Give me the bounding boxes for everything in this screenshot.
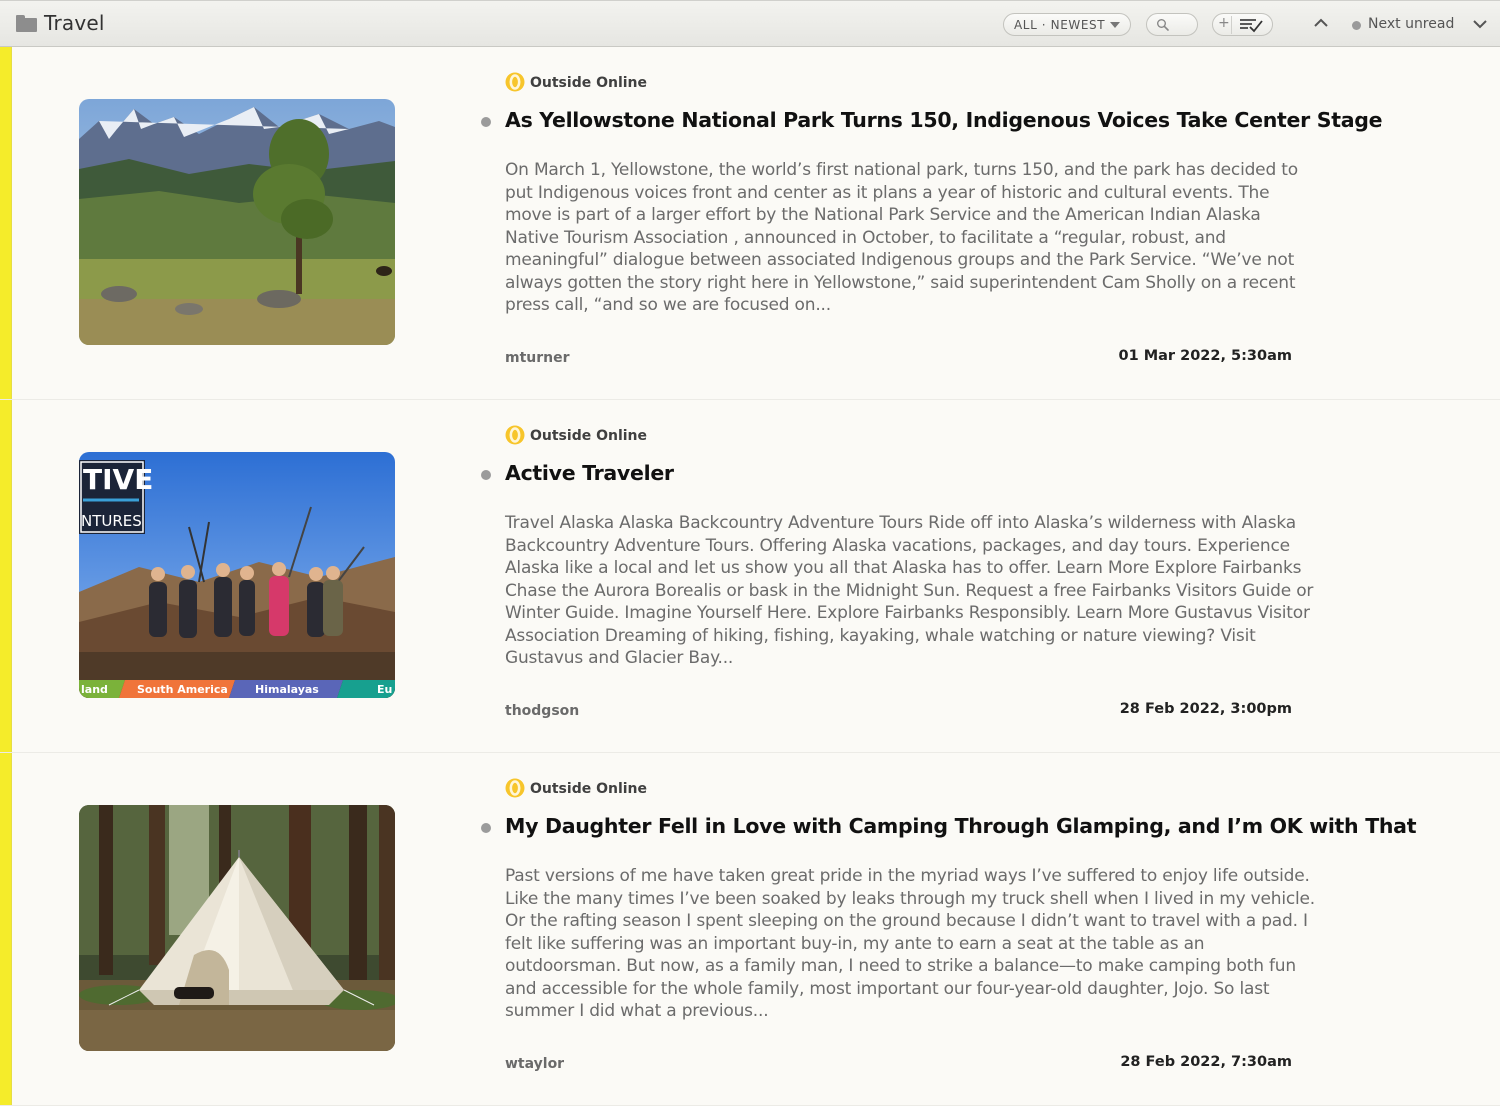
feed-title: Travel xyxy=(44,11,105,35)
outside-online-favicon-icon xyxy=(505,425,525,445)
outside-online-favicon-icon xyxy=(505,778,525,798)
unread-dot-icon xyxy=(1352,21,1361,30)
band-label-3: Himalayas xyxy=(255,683,319,696)
mountain-meadow-image xyxy=(79,99,395,345)
next-story-chevron-down-icon[interactable] xyxy=(1470,17,1490,31)
bell-tent-forest-image xyxy=(79,805,395,1051)
caret-down-icon xyxy=(1110,22,1120,28)
story-date: 01 Mar 2022, 5:30am xyxy=(1118,348,1292,364)
hikers-group-image: TIVE NTURES land South America Himalayas… xyxy=(79,452,395,698)
story-excerpt: Travel Alaska Alaska Backcountry Adventu… xyxy=(505,513,1314,668)
story-item[interactable]: TIVE NTURES land South America Himalayas… xyxy=(0,400,1500,753)
story-title[interactable]: As Yellowstone National Park Turns 150, … xyxy=(505,108,1383,132)
mark-all-read-icon xyxy=(1240,19,1263,33)
folder-icon xyxy=(16,15,37,32)
logo-text-top: TIVE xyxy=(83,463,153,496)
unread-dot-icon[interactable] xyxy=(481,470,491,480)
story-thumbnail[interactable] xyxy=(79,805,395,1051)
story-excerpt: On March 1, Yellowstone, the world’s fir… xyxy=(505,160,1298,315)
story-author: wtaylor xyxy=(505,1056,565,1072)
story-date: 28 Feb 2022, 7:30am xyxy=(1120,1054,1292,1070)
source-name: Outside Online xyxy=(530,428,648,444)
source-name: Outside Online xyxy=(530,781,648,797)
search-button[interactable] xyxy=(1146,13,1198,36)
story-title[interactable]: Active Traveler xyxy=(505,461,1365,485)
band-label-2: South America xyxy=(137,683,228,696)
unread-indicator-bar xyxy=(0,400,12,752)
story-author: thodgson xyxy=(505,703,580,719)
unread-dot-icon[interactable] xyxy=(481,823,491,833)
band-label-1: land xyxy=(81,683,108,696)
story-title[interactable]: My Daughter Fell in Love with Camping Th… xyxy=(505,814,1417,838)
story-thumbnail[interactable] xyxy=(79,99,395,345)
unread-indicator-bar xyxy=(0,753,12,1105)
story-excerpt: Past versions of me have taken great pri… xyxy=(505,866,1315,1021)
story-date: 28 Feb 2022, 3:00pm xyxy=(1119,701,1292,717)
view-filter-dropdown[interactable]: ALL · NEWEST xyxy=(1003,13,1131,36)
next-unread-label: Next unread xyxy=(1368,16,1455,32)
unread-dot-icon[interactable] xyxy=(481,117,491,127)
story-item[interactable]: Outside Online As Yellowstone National P… xyxy=(0,47,1500,400)
story-thumbnail[interactable]: TIVE NTURES land South America Himalayas… xyxy=(79,452,395,698)
feed-header-bar: Travel ALL · NEWEST + Next unread xyxy=(0,0,1500,47)
mark-read-button[interactable]: + xyxy=(1212,13,1273,36)
search-icon xyxy=(1157,19,1169,31)
view-filter-label: ALL · NEWEST xyxy=(1014,18,1106,32)
band-label-4: Eu xyxy=(377,683,392,696)
story-item[interactable]: Outside Online My Daughter Fell in Love … xyxy=(0,753,1500,1106)
outside-online-favicon-icon xyxy=(505,72,525,92)
unread-indicator-bar xyxy=(0,47,12,399)
story-author: mturner xyxy=(505,350,570,366)
previous-story-chevron-up-icon[interactable] xyxy=(1311,16,1331,30)
source-name: Outside Online xyxy=(530,75,648,91)
logo-text-bottom: NTURES xyxy=(81,512,142,530)
plus-icon: + xyxy=(1218,15,1230,31)
